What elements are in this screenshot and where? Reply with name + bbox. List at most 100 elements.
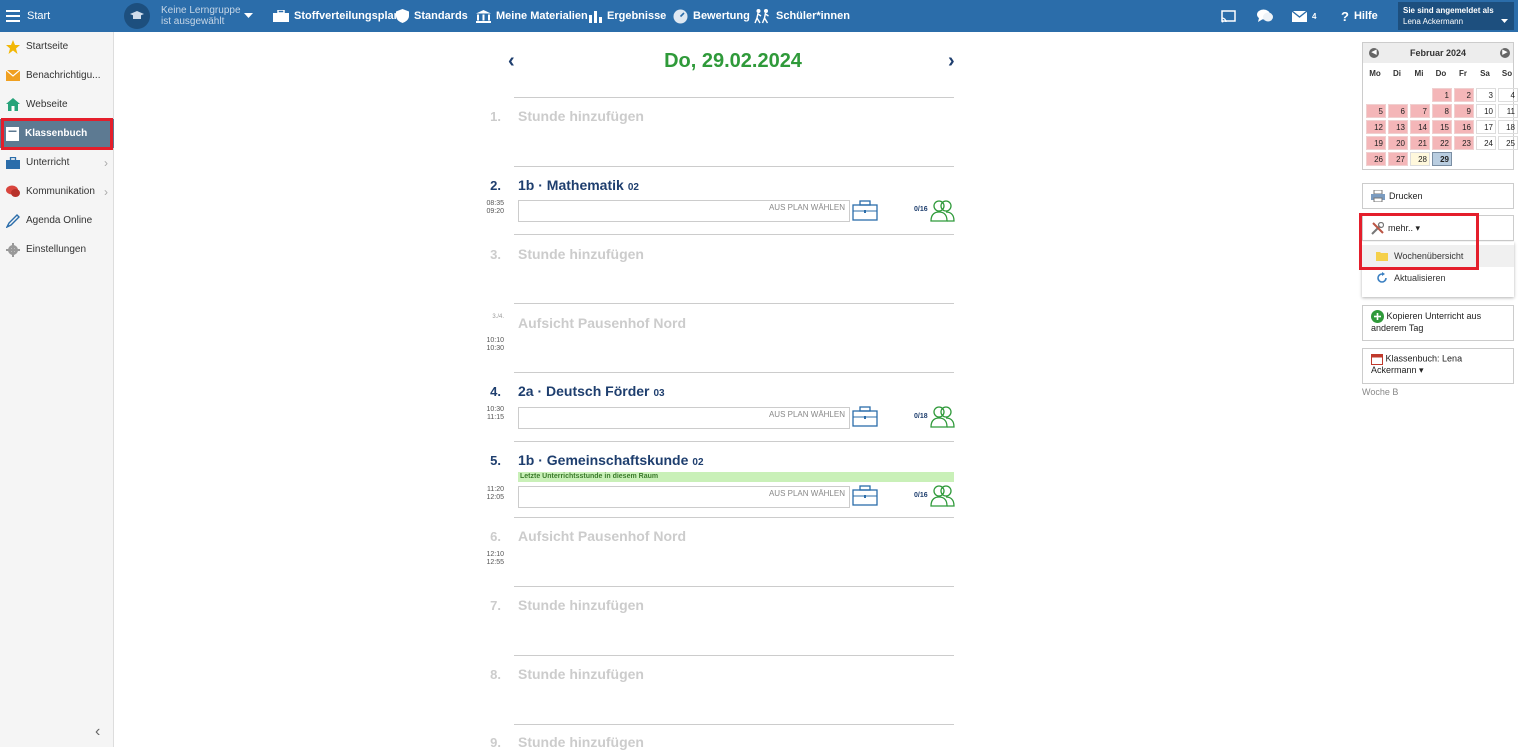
add-lesson-link[interactable]: Stunde hinzufügen: [518, 734, 644, 750]
sidebar-item-webseite[interactable]: Webseite: [0, 90, 114, 119]
calendar-day[interactable]: 18: [1498, 120, 1518, 134]
copy-lessons-button[interactable]: Kopieren Unterricht aus anderem Tag: [1362, 305, 1514, 341]
attendance-count[interactable]: 0/16: [914, 206, 928, 213]
next-month-icon[interactable]: ▶: [1500, 48, 1510, 58]
students-icon[interactable]: [930, 485, 955, 512]
calendar-day[interactable]: 8: [1432, 104, 1452, 118]
nav-bewertung-label: Bewertung: [693, 10, 750, 22]
calendar-day[interactable]: 23: [1454, 136, 1474, 150]
separator: [514, 517, 954, 518]
briefcase-icon[interactable]: [852, 406, 878, 432]
menu-icon[interactable]: [6, 0, 20, 32]
sidebar-item-label: Unterricht: [26, 157, 70, 168]
separator: [514, 724, 954, 725]
menu-item-aktualisieren[interactable]: Aktualisieren: [1362, 267, 1514, 289]
sidebar-item-einstellungen[interactable]: Einstellungen: [0, 235, 114, 264]
nav-bewertung[interactable]: Bewertung: [673, 0, 750, 32]
calendar-day[interactable]: 11: [1498, 104, 1518, 118]
calendar-day[interactable]: 21: [1410, 136, 1430, 150]
calendar-day[interactable]: 2: [1454, 88, 1474, 102]
calendar-day[interactable]: 13: [1388, 120, 1408, 134]
weekday-header: So: [1501, 69, 1513, 78]
calendar-day[interactable]: 10: [1476, 104, 1496, 118]
sidebar-item-benachrichtigungen[interactable]: Benachrichtigu...: [0, 61, 114, 90]
graduation-cap-icon[interactable]: [124, 3, 150, 29]
nav-schueler-innen[interactable]: Schüler*innen: [754, 0, 850, 32]
cast-icon[interactable]: [1221, 0, 1236, 32]
plan-select-field[interactable]: AUS PLAN WÄHLEN: [518, 407, 850, 429]
add-lesson-link[interactable]: Stunde hinzufügen: [518, 597, 644, 613]
calendar-day[interactable]: 14: [1410, 120, 1430, 134]
calendar-day[interactable]: 3: [1476, 88, 1496, 102]
plan-select-field[interactable]: AUS PLAN WÄHLEN: [518, 200, 850, 222]
mini-calendar: Februar 2024 ◀ ▶ Mo Di Mi Do Fr Sa So 12345678…: [1362, 42, 1518, 170]
previous-month-icon[interactable]: ◀: [1369, 48, 1379, 58]
walking-people-icon: [754, 8, 769, 23]
calendar-day[interactable]: 24: [1476, 136, 1496, 150]
briefcase-icon[interactable]: [852, 200, 878, 226]
calendar-day[interactable]: 7: [1410, 104, 1430, 118]
start-time: 11:20: [487, 486, 504, 493]
lesson-title[interactable]: 1b · Gemeinschaftskunde 02: [518, 452, 704, 468]
mail-button[interactable]: 4: [1292, 0, 1316, 32]
students-icon[interactable]: [930, 200, 955, 227]
sidebar-item-label: Startseite: [26, 41, 69, 52]
calendar-day[interactable]: 20: [1388, 136, 1408, 150]
nav-ergebnisse[interactable]: Ergebnisse: [589, 0, 666, 32]
calendar-day[interactable]: 17: [1476, 120, 1496, 134]
lesson-title[interactable]: 1b · Mathematik 02: [518, 177, 639, 193]
sidebar-item-label: Kommunikation: [26, 186, 95, 197]
calendar-day[interactable]: 19: [1366, 136, 1386, 150]
calendar-day[interactable]: 25: [1498, 136, 1518, 150]
nav-standards[interactable]: Standards: [396, 0, 468, 32]
calendar-day[interactable]: 1: [1432, 88, 1452, 102]
end-time: 12:05: [486, 494, 504, 501]
calendar-day[interactable]: 4: [1498, 88, 1518, 102]
add-lesson-link[interactable]: Stunde hinzufügen: [518, 108, 644, 124]
start-time: 12:10: [486, 551, 504, 558]
lesson-title[interactable]: 2a · Deutsch Förder 03: [518, 383, 665, 399]
calendar-day[interactable]: 26: [1366, 152, 1386, 166]
students-icon[interactable]: [930, 406, 955, 433]
user-login-menu[interactable]: Sie sind angemeldet als Lena Ackermann: [1398, 2, 1514, 30]
group-selector[interactable]: Keine Lerngruppe ist ausgewählt: [161, 0, 241, 32]
sidebar-item-kommunikation[interactable]: Kommunikation ›: [0, 177, 114, 206]
caret-down-icon[interactable]: [244, 0, 253, 32]
calendar-day[interactable]: 22: [1432, 136, 1452, 150]
nav-meine-materialien[interactable]: Meine Materialien: [476, 0, 588, 32]
nav-stoffverteilungsplan[interactable]: Stoffverteilungsplan: [273, 0, 400, 32]
calendar-day[interactable]: 15: [1432, 120, 1452, 134]
supervision-title[interactable]: Aufsicht Pausenhof Nord: [518, 528, 686, 544]
plan-select-field[interactable]: AUS PLAN WÄHLEN: [518, 486, 850, 508]
help-button[interactable]: ? Hilfe: [1341, 0, 1378, 32]
collapse-sidebar-chevron-icon[interactable]: ‹: [95, 723, 100, 741]
attendance-count[interactable]: 0/18: [914, 413, 928, 420]
chat-icon[interactable]: [1257, 0, 1273, 32]
group-line2: ist ausgewählt: [161, 16, 225, 27]
calendar-day[interactable]: 27: [1388, 152, 1408, 166]
klassenbuch-owner-button[interactable]: Klassenbuch: Lena Ackermann ▾: [1362, 348, 1514, 384]
calendar-day[interactable]: 16: [1454, 120, 1474, 134]
start-link[interactable]: Start: [27, 0, 50, 32]
sidebar-item-unterricht[interactable]: Unterricht ›: [0, 148, 114, 177]
sidebar-item-label: Benachrichtigu...: [26, 70, 101, 81]
lesson-times: 12:10 12:55: [480, 551, 504, 567]
calendar-day[interactable]: 12: [1366, 120, 1386, 134]
lesson-number: 9.: [490, 735, 501, 750]
add-lesson-link[interactable]: Stunde hinzufügen: [518, 666, 644, 682]
login-caption: Sie sind angemeldet als: [1403, 6, 1494, 15]
top-navigation-bar: Start Keine Lerngruppe ist ausgewählt St…: [0, 0, 1518, 32]
briefcase-icon[interactable]: [852, 485, 878, 511]
add-lesson-link[interactable]: Stunde hinzufügen: [518, 246, 644, 262]
sidebar-item-startseite[interactable]: Startseite: [0, 32, 114, 61]
calendar-day[interactable]: 29: [1432, 152, 1452, 166]
supervision-title[interactable]: Aufsicht Pausenhof Nord: [518, 315, 686, 331]
calendar-day[interactable]: 6: [1388, 104, 1408, 118]
next-day-chevron-icon[interactable]: ›: [948, 50, 955, 73]
calendar-day[interactable]: 28: [1410, 152, 1430, 166]
calendar-day[interactable]: 5: [1366, 104, 1386, 118]
attendance-count[interactable]: 0/16: [914, 492, 928, 499]
sidebar-item-agenda-online[interactable]: Agenda Online: [0, 206, 114, 235]
calendar-day[interactable]: 9: [1454, 104, 1474, 118]
print-button[interactable]: Drucken: [1362, 183, 1514, 209]
